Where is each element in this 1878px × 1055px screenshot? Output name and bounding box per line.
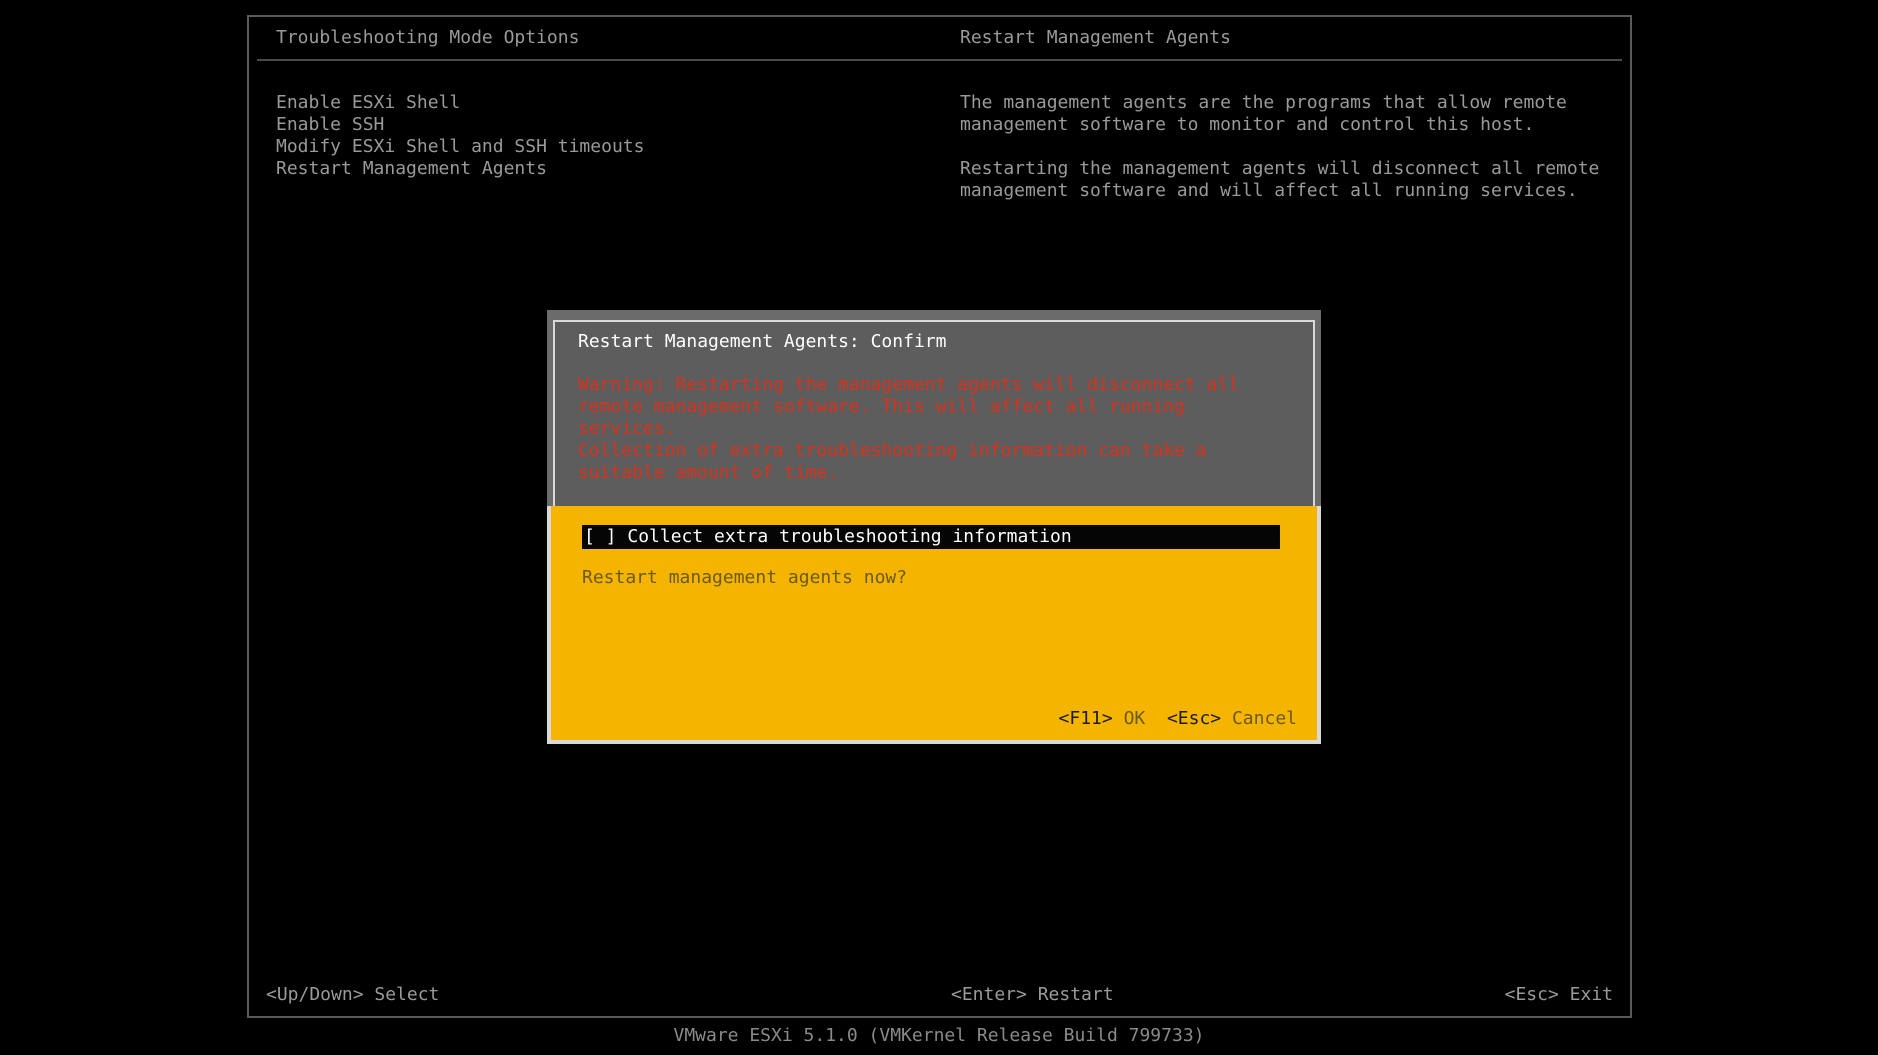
dialog-body: [ ] Collect extra troubleshooting inform… [547,506,1321,744]
footer-select-hint: <Up/Down> Select [266,984,440,1005]
footer-exit-hint: <Esc> Exit [1504,984,1613,1005]
ok-button[interactable]: <F11> OK [1059,708,1146,729]
detail-pane-title: Restart Management Agents [960,27,1231,48]
confirm-dialog: Restart Management Agents: Confirm Warni… [547,310,1321,744]
detail-description: The management agents are the programs t… [960,92,1620,224]
description-paragraph: Restarting the management agents will di… [960,158,1600,201]
collect-info-checkbox[interactable]: [ ] Collect extra troubleshooting inform… [582,525,1280,549]
version-banner: VMware ESXi 5.1.0 (VMKernel Release Buil… [673,1025,1205,1046]
cancel-key: <Esc> [1166,708,1222,729]
header-divider [257,59,1622,61]
checkbox-mark: [ ] [584,526,617,547]
menu-pane-title: Troubleshooting Mode Options [276,27,580,48]
cancel-label: Cancel [1231,708,1297,729]
dialog-title: Restart Management Agents: Confirm [578,331,947,352]
checkbox-label: Collect extra troubleshooting informatio… [627,526,1072,547]
menu-item-enable-esxi-shell[interactable]: Enable ESXi Shell [276,92,644,114]
dialog-buttons: <F11> OK <Esc> Cancel [1059,708,1297,730]
ok-key: <F11> [1058,708,1113,729]
menu-item-modify-timeouts[interactable]: Modify ESXi Shell and SSH timeouts [276,136,644,158]
dialog-question: Restart management agents now? [582,567,908,588]
description-paragraph: The management agents are the programs t… [960,92,1567,135]
menu-item-restart-agents[interactable]: Restart Management Agents [276,158,644,180]
dialog-warning: Warning: Restarting the management agent… [578,374,1240,483]
options-menu: Enable ESXi Shell Enable SSH Modify ESXi… [276,92,644,180]
cancel-button[interactable]: <Esc> Cancel [1167,708,1297,729]
menu-item-enable-ssh[interactable]: Enable SSH [276,114,644,136]
ok-label: OK [1123,708,1146,729]
footer-restart-hint: <Enter> Restart [951,984,1114,1005]
